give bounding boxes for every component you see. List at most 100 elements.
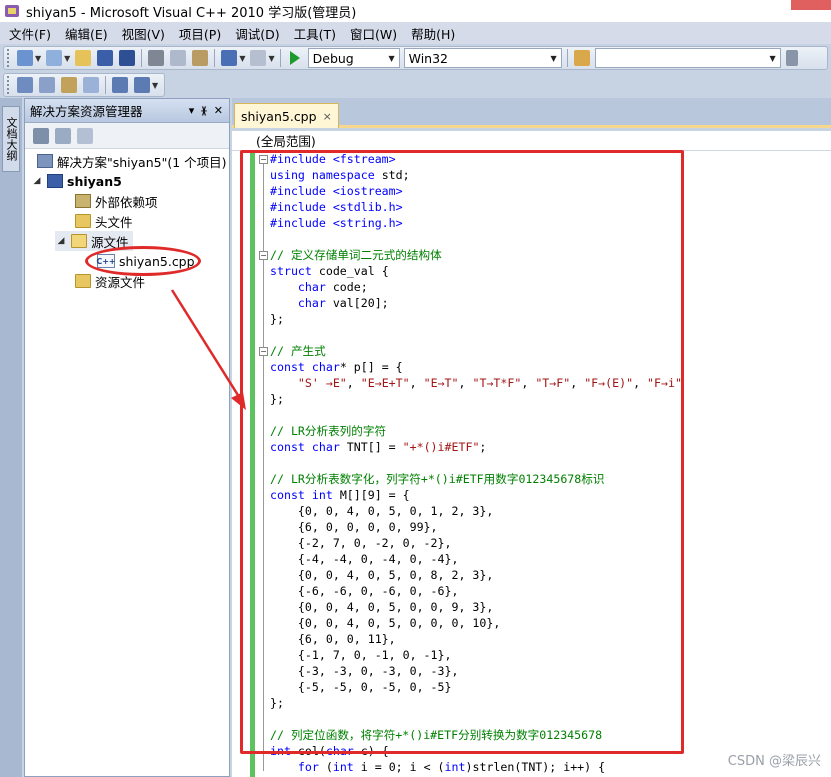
- text-editor-toolbar: ▼: [0, 72, 831, 98]
- code-lines: #include <fstream> using namespace std; #i…: [270, 151, 682, 775]
- tree-item-header-files[interactable]: 头文件: [75, 211, 133, 231]
- add-item-icon[interactable]: [46, 50, 63, 66]
- tab-shiyan5-cpp[interactable]: shiyan5.cpp ×: [234, 103, 339, 128]
- toolbar-options-icon[interactable]: ▼: [152, 81, 158, 90]
- toolbar-grip[interactable]: [7, 76, 10, 94]
- visual-studio-app-icon: [4, 3, 20, 19]
- code-token: M[][9] = {: [332, 488, 410, 502]
- tree-item-resource-files[interactable]: 资源文件: [75, 271, 145, 291]
- undo-icon[interactable]: [221, 50, 238, 66]
- add-item-dropdown-icon[interactable]: ▼: [64, 54, 70, 63]
- decrease-indent-icon[interactable]: [112, 77, 128, 93]
- tree-item-shiyan5-cpp[interactable]: C++ shiyan5.cpp: [96, 251, 195, 271]
- window-title: shiyan5 - Microsoft Visual C++ 2010 学习版(…: [26, 5, 357, 21]
- code-token: {-4, -4, 0, -4, 0, -4},: [270, 552, 459, 566]
- code-editor[interactable]: − − − #include <fstream> using namespace …: [232, 151, 831, 777]
- code-line: {-5, -5, 0, -5, 0, -5}: [270, 679, 682, 695]
- tree-project[interactable]: ◢ shiyan5: [31, 171, 122, 191]
- menu-tools[interactable]: 工具(T): [287, 24, 343, 43]
- collapse-arrow-icon[interactable]: ◢: [31, 176, 43, 186]
- start-debugging-icon[interactable]: [289, 51, 300, 65]
- cut-icon[interactable]: [148, 50, 165, 66]
- complete-word-icon[interactable]: [83, 77, 99, 93]
- collapse-region-icon[interactable]: −: [259, 155, 268, 164]
- code-token: {-3, -3, 0, -3, 0, -3},: [270, 664, 459, 678]
- code-token: #include <fstream>: [270, 152, 396, 166]
- show-all-files-icon[interactable]: [55, 127, 71, 144]
- close-icon[interactable]: ✕: [214, 104, 223, 117]
- code-token: * p[] = {: [339, 360, 403, 374]
- code-line: {0, 0, 4, 0, 5, 0, 1, 2, 3},: [270, 503, 682, 519]
- code-token: #include <string.h>: [270, 216, 403, 230]
- panel-dropdown-icon[interactable]: ▾: [189, 104, 195, 117]
- object-members-icon[interactable]: [17, 77, 33, 93]
- find-combo[interactable]: ▼: [594, 48, 781, 68]
- collapse-region-icon[interactable]: −: [259, 347, 268, 356]
- redo-icon[interactable]: [250, 50, 267, 66]
- collapse-region-icon[interactable]: −: [259, 251, 268, 260]
- copy-icon[interactable]: [170, 50, 187, 66]
- menu-view[interactable]: 视图(V): [115, 24, 172, 43]
- pin-icon[interactable]: ᚕ: [201, 104, 206, 117]
- tree-solution[interactable]: 解决方案"shiyan5"(1 个项目): [37, 151, 227, 171]
- code-token: "+*()i#ETF": [402, 440, 480, 454]
- solution-configuration-value: Debug: [312, 50, 354, 66]
- code-line: const int M[][9] = {: [270, 487, 682, 503]
- chevron-down-icon: ▼: [388, 53, 395, 63]
- menu-project[interactable]: 项目(P): [172, 24, 228, 43]
- quick-info-icon[interactable]: [61, 77, 77, 93]
- open-file-icon[interactable]: [75, 50, 92, 66]
- properties-icon[interactable]: [33, 127, 49, 144]
- code-token: col(: [290, 744, 326, 758]
- code-line: // 列定位函数，将字符+*()i#ETF分别转换为数字012345678: [270, 727, 682, 743]
- window-close-button[interactable]: [791, 0, 831, 10]
- refresh-icon[interactable]: [77, 127, 93, 144]
- toolbar-separator: [141, 49, 143, 67]
- code-line: {0, 0, 4, 0, 5, 0, 8, 2, 3},: [270, 567, 682, 583]
- collapse-arrow-icon[interactable]: ◢: [55, 236, 67, 246]
- scope-selector[interactable]: (全局范围): [232, 131, 831, 151]
- code-line: "S' →E", "E→E+T", "E→T", "T→T*F", "T→F",…: [270, 375, 682, 391]
- menu-file[interactable]: 文件(F): [2, 24, 58, 43]
- menu-window[interactable]: 窗口(W): [343, 24, 404, 43]
- increase-indent-icon[interactable]: [134, 77, 150, 93]
- undo-dropdown-icon[interactable]: ▼: [239, 54, 245, 63]
- find-in-files-icon[interactable]: [573, 50, 590, 66]
- close-tab-icon[interactable]: ×: [323, 110, 332, 123]
- code-token: {0, 0, 4, 0, 5, 0, 0, 0, 10},: [270, 616, 501, 630]
- menu-edit[interactable]: 编辑(E): [58, 24, 115, 43]
- solution-platform-select[interactable]: Win32 ▼: [403, 48, 562, 68]
- code-token: // 列定位函数，将字符+*()i#ETF分别转换为数字012345678: [270, 728, 603, 742]
- code-token: "F→(E)": [584, 376, 634, 390]
- toolbar-grip[interactable]: [7, 49, 10, 67]
- solution-configuration-select[interactable]: Debug ▼: [307, 48, 400, 68]
- tab-label: shiyan5.cpp: [241, 108, 317, 124]
- save-icon[interactable]: [97, 50, 114, 66]
- parameter-info-icon[interactable]: [39, 77, 55, 93]
- left-dock-strip: 文档大纲: [0, 98, 22, 777]
- title-bar: shiyan5 - Microsoft Visual C++ 2010 学习版(…: [0, 0, 831, 22]
- tree-item-label: shiyan5.cpp: [119, 253, 195, 269]
- new-project-icon[interactable]: [17, 50, 33, 66]
- toolbar-separator: [279, 49, 281, 67]
- new-project-dropdown-icon[interactable]: ▼: [35, 54, 41, 63]
- code-token: {-1, 7, 0, -1, 0, -1},: [270, 648, 452, 662]
- code-token: code;: [325, 280, 368, 294]
- redo-dropdown-icon[interactable]: ▼: [268, 54, 274, 63]
- code-token: "T→F": [535, 376, 571, 390]
- code-token: namespace: [311, 168, 375, 182]
- save-all-icon[interactable]: [119, 50, 136, 66]
- code-line: {0, 0, 4, 0, 5, 0, 0, 9, 3},: [270, 599, 682, 615]
- toolbar-overflow-icon[interactable]: [785, 50, 798, 66]
- tree-item-source-files[interactable]: ◢ 源文件: [55, 231, 133, 251]
- code-token: int: [311, 488, 333, 502]
- menu-help[interactable]: 帮助(H): [404, 24, 462, 43]
- menu-debug[interactable]: 调试(D): [228, 24, 286, 43]
- paste-icon[interactable]: [192, 50, 209, 66]
- code-token: char: [325, 744, 354, 758]
- tree-item-external-dependencies[interactable]: 外部依赖项: [75, 191, 158, 211]
- document-outline-tab[interactable]: 文档大纲: [2, 106, 20, 172]
